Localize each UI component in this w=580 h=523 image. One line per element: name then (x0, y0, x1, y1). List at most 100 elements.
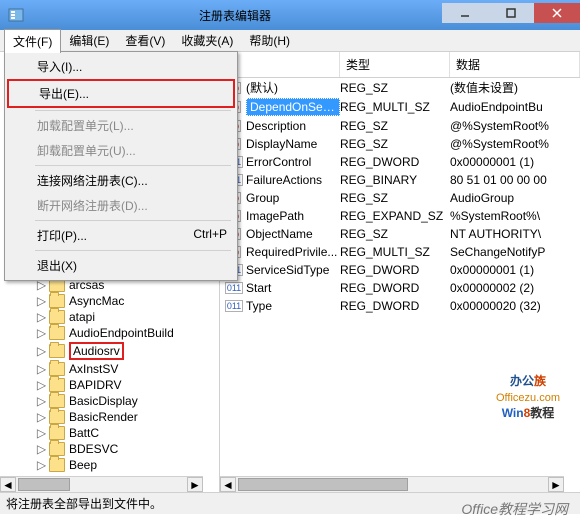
close-button[interactable] (534, 3, 580, 23)
menu-favorites[interactable]: 收藏夹(A) (173, 29, 241, 52)
menu-disconnect: 断开网络注册表(D)... (7, 193, 235, 218)
value-data: @%SystemRoot% (450, 137, 580, 151)
menu-load-hive: 加载配置单元(L)... (7, 113, 235, 138)
menu-edit[interactable]: 编辑(E) (61, 29, 117, 52)
tree-item-label: AsyncMac (69, 294, 124, 308)
tree-item-axinstsv[interactable]: ▷ AxInstSV (0, 361, 219, 377)
value-row[interactable]: abDescriptionREG_SZ@%SystemRoot% (220, 117, 580, 135)
scroll-right-button[interactable]: ► (548, 477, 564, 492)
value-name: ErrorControl (246, 155, 340, 169)
value-row[interactable]: 011ServiceSidTypeREG_DWORD0x00000001 (1) (220, 261, 580, 279)
value-type: REG_DWORD (340, 155, 450, 169)
menu-print[interactable]: 打印(P)...Ctrl+P (7, 223, 235, 248)
value-type: REG_SZ (340, 191, 450, 205)
value-name: Description (246, 119, 340, 133)
folder-icon (49, 326, 65, 340)
expand-icon[interactable]: ▷ (36, 396, 47, 407)
tree-item-asyncmac[interactable]: ▷ AsyncMac (0, 293, 219, 309)
value-row[interactable]: abRequiredPrivile...REG_MULTI_SZSeChange… (220, 243, 580, 261)
maximize-button[interactable] (488, 3, 534, 23)
folder-icon (49, 344, 65, 358)
value-data: 0x00000020 (32) (450, 299, 580, 313)
reg-bin-icon: 011 (226, 280, 242, 296)
value-type: REG_SZ (340, 137, 450, 151)
menu-help[interactable]: 帮助(H) (241, 29, 298, 52)
value-data: (数值未设置) (450, 79, 580, 96)
expand-icon[interactable]: ▷ (36, 280, 47, 291)
tree-item-label: Beep (69, 458, 97, 472)
expand-icon[interactable]: ▷ (36, 346, 47, 357)
expand-icon[interactable]: ▷ (36, 328, 47, 339)
expand-icon[interactable]: ▷ (36, 460, 47, 471)
value-row[interactable]: abImagePathREG_EXPAND_SZ%SystemRoot%\ (220, 207, 580, 225)
list-horizontal-scrollbar[interactable]: ◄ ► (220, 476, 564, 492)
value-row[interactable]: abDisplayNameREG_SZ@%SystemRoot% (220, 135, 580, 153)
tree-item-atapi[interactable]: ▷atapi (0, 309, 219, 325)
value-data: NT AUTHORITY\ (450, 227, 580, 241)
window-buttons (442, 8, 580, 23)
registry-tree[interactable]: ▷arc▷arcsas▷AsyncMac▷atapi▷AudioEndpoint… (0, 257, 219, 476)
value-name: RequiredPrivile... (246, 245, 340, 259)
scroll-thumb[interactable] (238, 478, 408, 491)
scroll-left-button[interactable]: ◄ (220, 477, 236, 492)
menu-view[interactable]: 查看(V) (117, 29, 173, 52)
column-data[interactable]: 数据 (450, 52, 580, 77)
value-row[interactable]: 011ErrorControlREG_DWORD0x00000001 (1) (220, 153, 580, 171)
menu-import[interactable]: 导入(I)... (7, 54, 235, 79)
scroll-right-button[interactable]: ► (187, 477, 203, 492)
value-row[interactable]: abGroupREG_SZAudioGroup (220, 189, 580, 207)
expand-icon[interactable]: ▷ (36, 380, 47, 391)
expand-icon[interactable]: ▷ (36, 312, 47, 323)
tree-item-bdesvc[interactable]: ▷BDESVC (0, 441, 219, 457)
value-row[interactable]: 011TypeREG_DWORD0x00000020 (32) (220, 297, 580, 315)
value-row[interactable]: abDependOnSer...REG_MULTI_SZAudioEndpoin… (220, 97, 580, 117)
tree-item-basicrender[interactable]: ▷BasicRender (0, 409, 219, 425)
value-row[interactable]: 011FailureActionsREG_BINARY80 51 01 00 0… (220, 171, 580, 189)
value-name: DependOnSer... (246, 98, 340, 116)
scroll-left-button[interactable]: ◄ (0, 477, 16, 492)
value-row[interactable]: ab(默认)REG_SZ(数值未设置) (220, 78, 580, 97)
tree-item-bapidrv[interactable]: ▷BAPIDRV (0, 377, 219, 393)
tree-item-label: AxInstSV (69, 362, 118, 376)
expand-icon[interactable]: ▷ (36, 412, 47, 423)
value-list[interactable]: ab(默认)REG_SZ(数值未设置)abDependOnSer...REG_M… (220, 78, 580, 315)
app-icon (8, 7, 24, 23)
value-row[interactable]: abObjectNameREG_SZNT AUTHORITY\ (220, 225, 580, 243)
tree-item-label: BattC (69, 426, 99, 440)
value-name: Type (246, 299, 340, 313)
scroll-track[interactable] (236, 477, 548, 492)
menu-separator (35, 250, 231, 251)
folder-icon (49, 294, 65, 308)
tree-item-audioendpointbuild[interactable]: ▷ AudioEndpointBuild (0, 325, 219, 341)
expand-icon[interactable]: ▷ (36, 364, 47, 375)
expand-icon[interactable]: ▷ (36, 444, 47, 455)
scroll-thumb[interactable] (18, 478, 70, 491)
expand-icon[interactable]: ▷ (36, 296, 47, 307)
tree-item-audiosrv[interactable]: ▷Audiosrv (0, 341, 219, 361)
value-row[interactable]: 011StartREG_DWORD0x00000002 (2) (220, 279, 580, 297)
menu-export[interactable]: 导出(E)... (9, 81, 233, 106)
file-menu-dropdown: 导入(I)... 导出(E)... 加载配置单元(L)... 卸载配置单元(U)… (4, 51, 238, 281)
value-data: 0x00000001 (1) (450, 263, 580, 277)
tree-item-label: AudioEndpointBuild (69, 326, 174, 340)
expand-icon[interactable]: ▷ (36, 428, 47, 439)
value-name: Start (246, 281, 340, 295)
reg-bin-icon: 011 (226, 298, 242, 314)
menu-exit[interactable]: 退出(X) (7, 253, 235, 278)
scroll-track[interactable] (16, 477, 187, 492)
folder-icon (49, 426, 65, 440)
title-bar: 注册表编辑器 (0, 0, 580, 30)
tree-item-beep[interactable]: ▷ Beep (0, 457, 219, 473)
tree-item-battc[interactable]: ▷ BattC (0, 425, 219, 441)
tree-horizontal-scrollbar[interactable]: ◄ ► (0, 476, 203, 492)
menu-file[interactable]: 文件(F) (4, 29, 61, 53)
tree-item-basicdisplay[interactable]: ▷BasicDisplay (0, 393, 219, 409)
menu-connect[interactable]: 连接网络注册表(C)... (7, 168, 235, 193)
list-header: 称 类型 数据 (220, 52, 580, 78)
footer-watermark: Office教程学习网 (461, 499, 568, 519)
menu-separator (35, 220, 231, 221)
column-name[interactable]: 称 (220, 52, 340, 77)
folder-icon (49, 378, 65, 392)
column-type[interactable]: 类型 (340, 52, 450, 77)
minimize-button[interactable] (442, 3, 488, 23)
